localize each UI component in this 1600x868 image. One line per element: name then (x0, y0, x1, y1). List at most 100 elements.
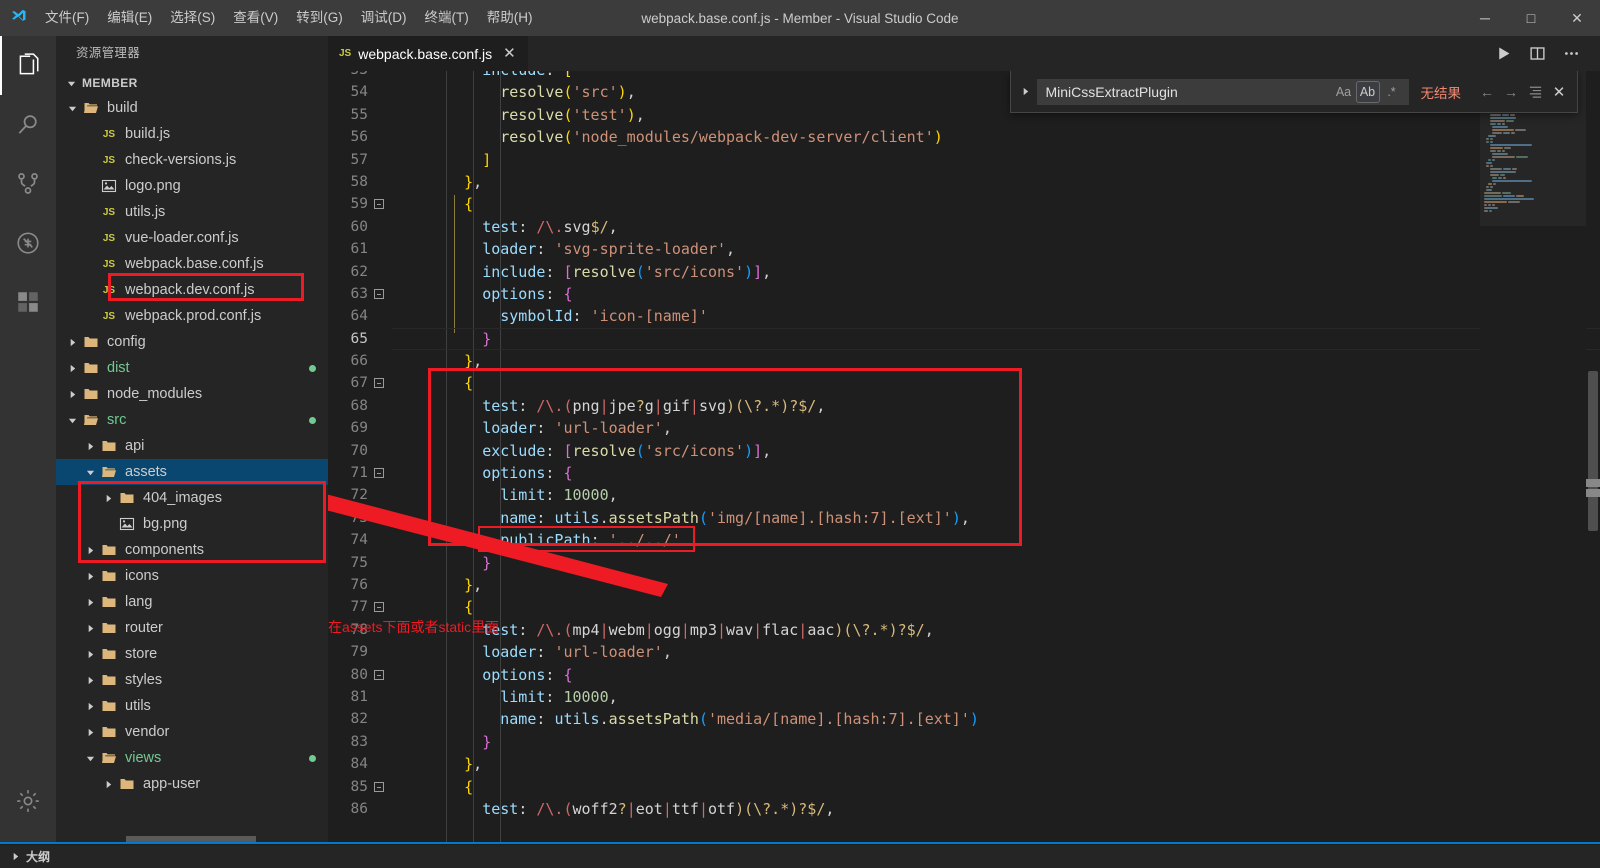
tree-item-vue-loader-conf-js[interactable]: JSvue-loader.conf.js (56, 225, 328, 251)
code-line[interactable]: 86 test: /\.(woff2?|eot|ttf|otf)(\?.*)?$… (328, 798, 1600, 820)
tree-item-store[interactable]: store (56, 641, 328, 667)
tree-item-lang[interactable]: lang (56, 589, 328, 615)
fold-toggle-icon[interactable] (372, 776, 386, 798)
editor-vertical-scrollbar[interactable] (1586, 71, 1600, 842)
maximize-button[interactable]: □ (1508, 0, 1554, 36)
chevron-right-icon[interactable] (64, 381, 80, 407)
code-line[interactable]: 62 include: [resolve('src/icons')], (328, 261, 1600, 283)
code-scroll-container[interactable]: 53 include: [54 resolve('src'),55 resolv… (328, 71, 1600, 842)
code-line[interactable]: 81 limit: 10000, (328, 686, 1600, 708)
tab-close-icon[interactable]: ✕ (503, 46, 516, 61)
search-icon[interactable] (0, 95, 56, 154)
code-line[interactable]: 78 test: /\.(mp4|webm|ogg|mp3|wav|flac|a… (328, 619, 1600, 641)
menu-debug[interactable]: 调试(D) (352, 0, 416, 36)
tab-webpack-base-conf[interactable]: JS webpack.base.conf.js ✕ (328, 36, 529, 71)
code-line[interactable]: 71 options: { (328, 462, 1600, 484)
chevron-right-icon[interactable] (100, 771, 116, 797)
chevron-right-icon[interactable] (64, 355, 80, 381)
tree-root-header[interactable]: MEMBER (56, 71, 328, 95)
debug-icon[interactable] (0, 213, 56, 272)
find-in-selection-icon[interactable] (1523, 80, 1547, 104)
find-close-button[interactable]: ✕ (1547, 80, 1571, 104)
code-line[interactable]: 68 test: /\.(png|jpe?g|gif|svg)(\?.*)?$/… (328, 395, 1600, 417)
chevron-down-icon[interactable] (64, 95, 80, 121)
settings-gear-icon[interactable] (0, 771, 56, 830)
fold-toggle-icon[interactable] (372, 193, 386, 215)
tree-item-webpack-dev-conf-js[interactable]: JSwebpack.dev.conf.js (56, 277, 328, 303)
tree-item-app-user[interactable]: app-user (56, 771, 328, 797)
tree-item-dist[interactable]: dist (56, 355, 328, 381)
code-line[interactable]: 72 limit: 10000, (328, 484, 1600, 506)
code-line[interactable]: 56 resolve('node_modules/webpack-dev-ser… (328, 126, 1600, 148)
find-expand-chevron-icon[interactable] (1015, 87, 1037, 96)
menu-edit[interactable]: 编辑(E) (98, 0, 161, 36)
code-line[interactable]: 70 exclude: [resolve('src/icons')], (328, 440, 1600, 462)
close-button[interactable]: ✕ (1554, 0, 1600, 36)
code-line[interactable]: 63 options: { (328, 283, 1600, 305)
find-previous-button[interactable]: ← (1475, 80, 1499, 104)
more-actions-ellipsis-icon[interactable] (1556, 36, 1586, 71)
chevron-right-icon[interactable] (82, 615, 98, 641)
find-input[interactable] (1046, 84, 1332, 100)
code-line[interactable]: 80 options: { (328, 664, 1600, 686)
code-line[interactable]: 83 } (328, 731, 1600, 753)
code-line[interactable]: 74 publicPath: '../../' (328, 529, 1600, 551)
chevron-right-icon[interactable] (100, 485, 116, 511)
tree-item-router[interactable]: router (56, 615, 328, 641)
code-line[interactable]: 85 { (328, 776, 1600, 798)
code-line[interactable]: 67 { (328, 372, 1600, 394)
tree-item-webpack-prod-conf-js[interactable]: JSwebpack.prod.conf.js (56, 303, 328, 329)
source-control-icon[interactable] (0, 154, 56, 213)
chevron-right-icon[interactable] (82, 589, 98, 615)
code-line[interactable]: 79 loader: 'url-loader', (328, 641, 1600, 663)
minimize-button[interactable]: ─ (1462, 0, 1508, 36)
tree-item-404-images[interactable]: 404_images (56, 485, 328, 511)
find-widget[interactable]: Aa Ab .* 无结果 ← → ✕ (1010, 71, 1579, 113)
tree-item-views[interactable]: views (56, 745, 328, 771)
code-line[interactable]: 61 loader: 'svg-sprite-loader', (328, 238, 1600, 260)
code-line[interactable]: 69 loader: 'url-loader', (328, 417, 1600, 439)
chevron-right-icon[interactable] (82, 563, 98, 589)
code-line[interactable]: 58 }, (328, 171, 1600, 193)
code-line[interactable]: 77 { (328, 596, 1600, 618)
chevron-right-icon[interactable] (82, 667, 98, 693)
code-line[interactable]: 76 }, (328, 574, 1600, 596)
menu-terminal[interactable]: 终端(T) (416, 0, 478, 36)
chevron-down-icon[interactable] (82, 459, 98, 485)
chevron-down-icon[interactable] (64, 407, 80, 433)
tree-item-api[interactable]: api (56, 433, 328, 459)
chevron-right-icon[interactable] (82, 433, 98, 459)
tree-item-styles[interactable]: styles (56, 667, 328, 693)
extensions-icon[interactable] (0, 272, 56, 331)
code-editor[interactable]: 53 include: [54 resolve('src'),55 resolv… (328, 71, 1600, 842)
code-line[interactable]: 59 { (328, 193, 1600, 215)
chevron-right-icon[interactable] (82, 693, 98, 719)
menu-go[interactable]: 转到(G) (287, 0, 352, 36)
outline-section-header[interactable]: 大纲 (0, 844, 1600, 868)
tree-item-build[interactable]: build (56, 95, 328, 121)
tree-item-bg-png[interactable]: bg.png (56, 511, 328, 537)
minimap[interactable] (1480, 71, 1586, 842)
match-case-toggle[interactable]: Aa (1332, 81, 1356, 103)
tree-item-utils[interactable]: utils (56, 693, 328, 719)
chevron-right-icon[interactable] (82, 537, 98, 563)
whole-word-toggle[interactable]: Ab (1356, 81, 1380, 103)
sidebar-horizontal-scrollbar[interactable] (126, 836, 256, 842)
fold-toggle-icon[interactable] (372, 596, 386, 618)
tree-item-src[interactable]: src (56, 407, 328, 433)
code-line[interactable]: 84 }, (328, 753, 1600, 775)
tree-item-webpack-base-conf-js[interactable]: JSwebpack.base.conf.js (56, 251, 328, 277)
tree-item-assets[interactable]: assets (56, 459, 328, 485)
chevron-right-icon[interactable] (82, 641, 98, 667)
find-input-wrapper[interactable]: Aa Ab .* (1037, 79, 1409, 105)
use-regex-toggle[interactable]: .* (1380, 81, 1404, 103)
code-line[interactable]: 64 symbolId: 'icon-[name]' (328, 305, 1600, 327)
menu-help[interactable]: 帮助(H) (478, 0, 542, 36)
tree-item-components[interactable]: components (56, 537, 328, 563)
fold-toggle-icon[interactable] (372, 283, 386, 305)
code-line[interactable]: 66 }, (328, 350, 1600, 372)
menu-selection[interactable]: 选择(S) (161, 0, 224, 36)
find-next-button[interactable]: → (1499, 80, 1523, 104)
tree-item-vendor[interactable]: vendor (56, 719, 328, 745)
menu-file[interactable]: 文件(F) (36, 0, 98, 36)
